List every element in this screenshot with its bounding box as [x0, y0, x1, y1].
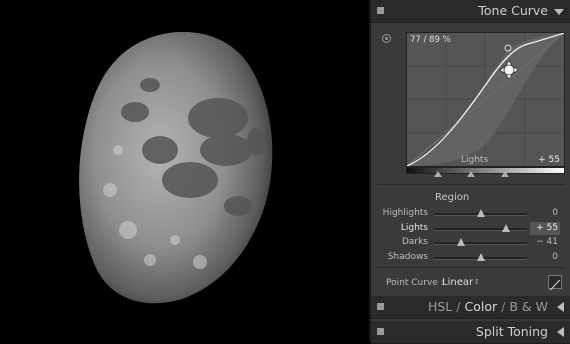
curve-readout: 77 / 89 %: [410, 35, 451, 45]
point-curve-arrow[interactable]: ↕: [474, 278, 480, 286]
curve-region-value: + 55: [538, 155, 560, 165]
split-toning-title: Split Toning: [475, 324, 548, 339]
region-title: Region: [435, 192, 470, 203]
divider: [377, 267, 565, 268]
hsl-tabs: HSL / Color / B & W: [427, 299, 548, 314]
slider-row-highlights: Highlights 0: [369, 207, 568, 221]
slider-knob[interactable]: [502, 224, 511, 232]
tone-curve-header[interactable]: Tone Curve: [371, 0, 570, 23]
slider-value[interactable]: 0: [530, 251, 560, 264]
slider-label: Highlights: [382, 208, 428, 218]
slider-row-shadows: Shadows 0: [369, 251, 568, 265]
slider-knob[interactable]: [476, 209, 485, 217]
slider-label: Lights: [400, 223, 428, 233]
photo-preview[interactable]: [0, 0, 369, 342]
slider-label: Darks: [401, 237, 428, 247]
triangle-down-icon[interactable]: [554, 9, 564, 15]
panel-switch-icon[interactable]: [377, 328, 384, 335]
split-point-highlights[interactable]: [501, 171, 509, 177]
tone-curve-title: Tone Curve: [478, 3, 548, 18]
tab-color[interactable]: Color: [465, 299, 498, 314]
tone-gradient-bar: [406, 167, 565, 174]
point-curve-select[interactable]: Linear: [442, 277, 473, 288]
tab-bw[interactable]: B & W: [509, 299, 548, 314]
split-point-shadows[interactable]: [434, 171, 442, 177]
slider-value[interactable]: 0: [530, 207, 560, 220]
split-point-midtones[interactable]: [467, 171, 475, 177]
slider-label: Shadows: [387, 252, 428, 262]
slider-value[interactable]: + 55: [530, 222, 560, 235]
edit-point-curve-button[interactable]: [548, 275, 562, 291]
panel-switch-icon[interactable]: [377, 303, 384, 310]
target-icon[interactable]: [382, 34, 391, 43]
triangle-left-icon[interactable]: [557, 327, 564, 337]
curve-edit-icon: [549, 279, 561, 291]
slider-value[interactable]: − 41: [530, 236, 560, 249]
slider-row-darks: Darks − 41: [369, 236, 568, 250]
split-toning-header[interactable]: Split Toning: [371, 321, 570, 344]
divider: [377, 184, 565, 185]
point-curve-label: Point Curve :: [386, 278, 444, 288]
hsl-header[interactable]: HSL / Color / B & W: [371, 296, 570, 319]
curve-region-label: Lights: [461, 155, 489, 165]
slider-knob[interactable]: [457, 238, 466, 246]
triangle-left-icon[interactable]: [557, 302, 564, 312]
slider-knob[interactable]: [476, 253, 485, 261]
curve-svg: [407, 33, 564, 166]
tone-curve-graph[interactable]: 77 / 89 % Lights + 55: [406, 32, 565, 167]
slider-row-lights: Lights + 55: [369, 222, 568, 236]
panel-switch-icon[interactable]: [377, 7, 384, 14]
moon-image: [79, 31, 273, 304]
tab-hsl[interactable]: HSL: [428, 299, 452, 314]
slider-track[interactable]: [434, 228, 527, 231]
slider-track[interactable]: [434, 242, 527, 245]
